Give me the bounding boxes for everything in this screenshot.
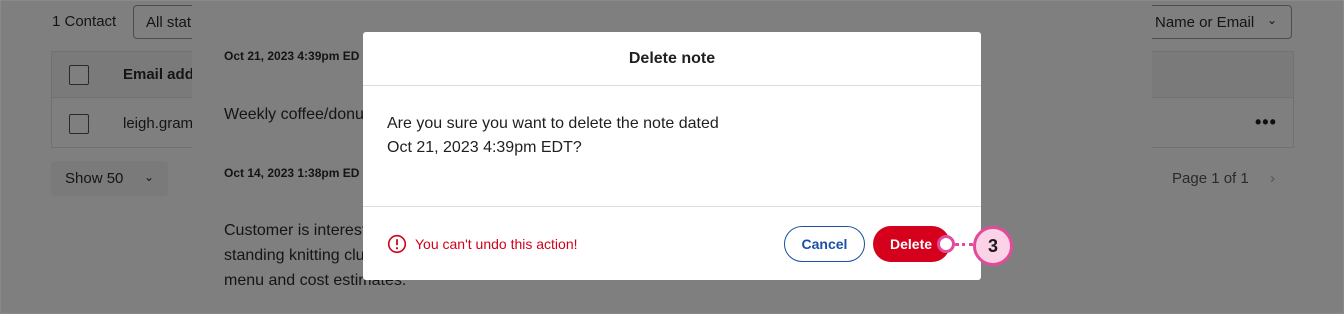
dialog-footer: You can't undo this action! Cancel Delet… — [363, 207, 981, 280]
callout-connector — [955, 243, 973, 246]
callout-step-badge: 3 — [973, 226, 1013, 266]
delete-note-dialog: Delete note Are you sure you want to del… — [363, 32, 981, 280]
cancel-button[interactable]: Cancel — [784, 226, 865, 262]
callout-pointer — [937, 235, 955, 253]
dialog-message-line: Are you sure you want to delete the note… — [387, 115, 719, 132]
undo-warning: You can't undo this action! — [387, 234, 578, 254]
dialog-header: Delete note — [363, 32, 981, 86]
dialog-message-line: Oct 21, 2023 4:39pm EDT? — [387, 139, 582, 156]
warning-text: You can't undo this action! — [415, 235, 578, 252]
exclamation-circle-icon — [387, 234, 407, 253]
dialog-body: Are you sure you want to delete the note… — [363, 86, 981, 207]
dialog-title: Delete note — [628, 49, 716, 67]
